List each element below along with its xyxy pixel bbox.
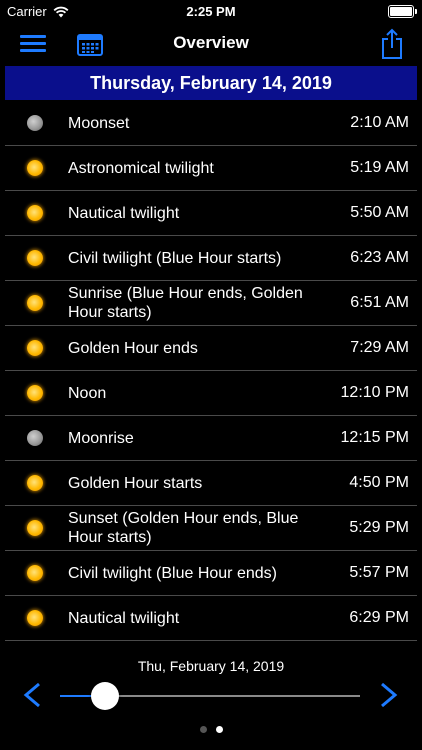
sun-icon [27,520,43,536]
page-dot[interactable] [215,726,223,733]
event-label: Nautical twilight [68,609,180,627]
sun-icon [27,250,43,266]
sun-icon [27,610,43,626]
sun-icon [27,475,43,491]
event-label: Civil twilight (Blue Hour ends) [68,564,277,582]
list-item[interactable]: Golden Hour ends 7:29 AM [5,326,417,371]
event-time: 7:29 AM [350,339,409,356]
event-time: 6:23 AM [350,249,409,266]
date-slider-thumb[interactable] [91,682,119,710]
battery-icon [388,5,417,18]
event-label: Nautical twilight [68,204,180,222]
event-label: Moonset [68,114,130,132]
list-item[interactable]: Civil twilight (Blue Hour ends) 5:57 PM [5,551,417,596]
event-label: Civil twilight (Blue Hour starts) [68,249,282,267]
event-label: Moonrise [68,429,134,447]
sun-icon [27,340,43,356]
list-item[interactable]: Astronomical twilight 5:19 AM [5,146,417,191]
list-item[interactable]: Civil twilight (Blue Hour starts) 6:23 AM [5,236,417,281]
next-day-icon[interactable] [379,680,399,710]
event-time: 6:29 PM [349,609,409,626]
event-time: 12:10 PM [340,384,409,401]
page-dot[interactable] [199,726,207,733]
previous-day-icon[interactable] [22,680,42,710]
event-time: 12:15 PM [340,429,409,446]
sun-icon [27,565,43,581]
moon-icon [27,430,43,446]
page-indicator[interactable] [0,726,422,733]
event-time: 5:57 PM [349,564,409,581]
list-item[interactable]: Moonset 2:10 AM [5,101,417,146]
list-item[interactable]: Nautical twilight 6:29 PM [5,596,417,641]
page-title: Overview [173,33,249,52]
list-item[interactable]: Sunset (Golden Hour ends, Blue Hour star… [5,506,417,551]
list-item[interactable]: Golden Hour starts 4:50 PM [5,461,417,506]
event-label: Golden Hour ends [68,339,198,357]
sun-icon [27,295,43,311]
event-label: Golden Hour starts [68,474,203,492]
status-time: 2:25 PM [186,4,236,19]
event-time: 5:19 AM [350,159,409,176]
date-header: Thursday, February 14, 2019 [5,66,417,100]
event-list: Moonset 2:10 AM Astronomical twilight 5:19 … [5,101,417,641]
navigation-bar: Overview [0,22,422,66]
event-label: Astronomical twilight [68,159,214,177]
sun-icon [27,385,43,401]
moon-icon [27,115,43,131]
event-time: 2:10 AM [350,114,409,131]
event-label: Noon [68,384,107,402]
list-item[interactable]: Sunrise (Blue Hour ends, Golden Hour sta… [5,281,417,326]
sun-icon [27,160,43,176]
event-label: Sunrise (Blue Hour ends, Golden Hour sta… [68,285,303,321]
list-item[interactable]: Nautical twilight 5:50 AM [5,191,417,236]
list-item[interactable]: Moonrise 12:15 PM [5,416,417,461]
event-time: 6:51 AM [350,294,409,311]
event-label: Sunset (Golden Hour ends, Blue Hour star… [68,510,299,546]
event-time: 5:50 AM [350,204,409,221]
sun-icon [27,205,43,221]
list-item[interactable]: Noon 12:10 PM [5,371,417,416]
event-time: 5:29 PM [349,519,409,536]
share-icon[interactable] [379,28,405,60]
event-time: 4:50 PM [349,474,409,491]
footer-date: Thu, February 14, 2019 [137,658,285,674]
status-bar: Carrier 2:25 PM [0,0,422,22]
